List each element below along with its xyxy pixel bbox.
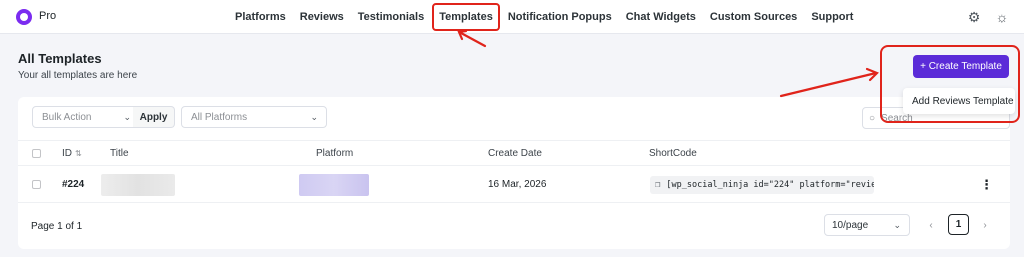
nav-item-custom-sources[interactable]: Custom Sources bbox=[703, 9, 804, 25]
page-subtitle: Your all templates are here bbox=[18, 70, 138, 81]
bulk-action-group: Bulk Action ⌄ Apply bbox=[32, 106, 175, 128]
column-id[interactable]: ID ⇅ bbox=[62, 141, 82, 165]
templates-card: Bulk Action ⌄ Apply All Platforms ⌄ ○ Se… bbox=[18, 97, 1010, 249]
arrow-templates-line bbox=[459, 31, 487, 48]
blurred-title bbox=[101, 173, 175, 196]
chevron-down-icon: ⌄ bbox=[123, 111, 131, 122]
nav-item-chat-widgets[interactable]: Chat Widgets bbox=[619, 9, 703, 25]
column-create-date: Create Date bbox=[488, 147, 542, 159]
chevron-down-icon: ⌄ bbox=[310, 111, 318, 122]
brand-label: Pro bbox=[39, 10, 57, 22]
blurred-platform bbox=[299, 173, 369, 196]
select-all-cell bbox=[32, 141, 41, 165]
sun-icon[interactable]: ☼ bbox=[994, 9, 1010, 25]
more-vertical-icon[interactable]: ⋮ bbox=[980, 177, 993, 193]
apply-button[interactable]: Apply bbox=[133, 106, 175, 128]
sort-icon[interactable]: ⇅ bbox=[75, 149, 82, 158]
platforms-placeholder: All Platforms bbox=[191, 111, 248, 123]
copy-icon[interactable]: ❐ bbox=[655, 180, 660, 190]
row-create-date: 16 Mar, 2026 bbox=[488, 179, 547, 190]
next-page-button[interactable]: › bbox=[978, 215, 992, 235]
gear-icon[interactable]: ⚙ bbox=[966, 9, 982, 25]
prev-page-button[interactable]: ‹ bbox=[924, 215, 938, 235]
main-nav: Platforms Reviews Testimonials Templates… bbox=[228, 0, 860, 34]
platforms-select[interactable]: All Platforms ⌄ bbox=[181, 106, 327, 128]
shortcode-text: [wp_social_ninja id="224" platform="revi… bbox=[666, 179, 874, 190]
chevron-down-icon: ⌄ bbox=[893, 219, 901, 230]
table-header: ID ⇅ Title Platform Create Date ShortCod… bbox=[18, 140, 1010, 166]
nav-item-notification-popups[interactable]: Notification Popups bbox=[501, 9, 619, 25]
row-actions-cell: ⋮ bbox=[980, 167, 993, 202]
column-shortcode: ShortCode bbox=[649, 147, 697, 159]
search-icon: ○ bbox=[869, 112, 876, 124]
row-id: #224 bbox=[62, 179, 85, 190]
nav-item-reviews[interactable]: Reviews bbox=[293, 9, 351, 25]
select-all-checkbox[interactable] bbox=[32, 148, 41, 158]
row-platform-cell bbox=[299, 167, 369, 202]
row-checkbox-cell bbox=[32, 167, 41, 202]
logo-icon[interactable] bbox=[16, 9, 32, 25]
bulk-action-placeholder: Bulk Action bbox=[42, 111, 92, 123]
nav-item-platforms[interactable]: Platforms bbox=[228, 9, 293, 25]
per-page-select[interactable]: 10/page ⌄ bbox=[824, 214, 910, 236]
nav-item-support[interactable]: Support bbox=[804, 9, 860, 25]
shortcode-field[interactable]: ❐ [wp_social_ninja id="224" platform="re… bbox=[650, 175, 874, 194]
page-info: Page 1 of 1 bbox=[31, 221, 83, 232]
top-navbar: Pro Platforms Reviews Testimonials Templ… bbox=[0, 0, 1024, 34]
filter-bar: Bulk Action ⌄ Apply All Platforms ⌄ bbox=[32, 106, 327, 128]
row-title-cell bbox=[101, 167, 175, 202]
column-id-label: ID bbox=[62, 147, 72, 159]
current-page-button[interactable]: 1 bbox=[948, 214, 969, 235]
column-platform: Platform bbox=[316, 147, 354, 159]
nav-item-testimonials[interactable]: Testimonials bbox=[351, 9, 431, 25]
bulk-action-select[interactable]: Bulk Action ⌄ bbox=[32, 106, 140, 128]
page-title: All Templates bbox=[18, 51, 102, 66]
column-title: Title bbox=[110, 147, 129, 159]
nav-item-templates[interactable]: Templates bbox=[432, 3, 500, 31]
row-shortcode-cell: ❐ [wp_social_ninja id="224" platform="re… bbox=[650, 167, 874, 202]
annotation-highlight-box bbox=[880, 45, 1020, 123]
arrow-create-head bbox=[865, 67, 879, 82]
table-row[interactable]: #224 16 Mar, 2026 ❐ [wp_social_ninja id=… bbox=[18, 167, 1010, 203]
arrow-create-line bbox=[779, 71, 878, 98]
row-checkbox[interactable] bbox=[32, 180, 41, 189]
per-page-value: 10/page bbox=[832, 219, 869, 231]
